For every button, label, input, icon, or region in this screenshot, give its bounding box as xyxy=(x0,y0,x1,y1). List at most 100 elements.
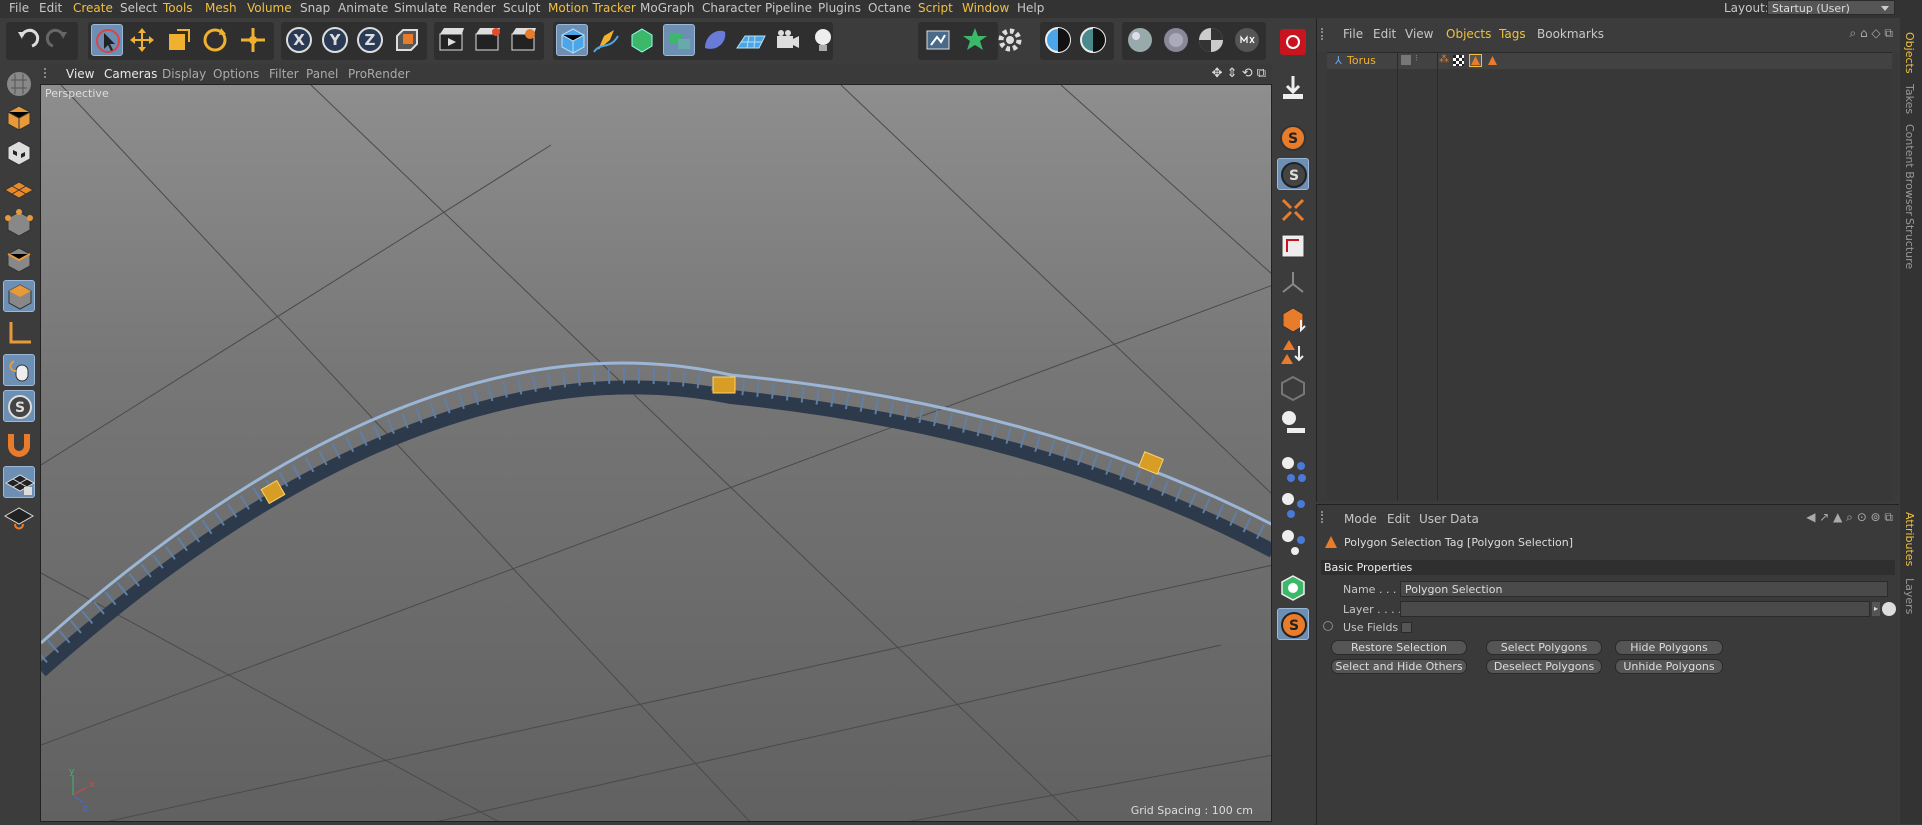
menu-select[interactable]: Select xyxy=(120,1,157,15)
unhide-polygons-button[interactable]: Unhide Polygons xyxy=(1615,659,1723,674)
mograph-effector-icon[interactable] xyxy=(1277,572,1309,604)
menu-render[interactable]: Render xyxy=(453,1,496,15)
om-menu-view[interactable]: View xyxy=(1405,27,1433,41)
render-view-icon[interactable] xyxy=(436,24,468,56)
make-editable-icon[interactable] xyxy=(3,68,35,100)
menu-simulate[interactable]: Simulate xyxy=(394,1,447,15)
layout-select[interactable]: Startup (User) xyxy=(1767,0,1895,15)
collapse-icon[interactable] xyxy=(1277,194,1309,226)
phong-tag-icon[interactable]: ⁂ xyxy=(1439,54,1449,65)
deformer-icon[interactable] xyxy=(699,24,731,56)
polygon-selection-tag-icon[interactable] xyxy=(1487,55,1498,69)
move-icon[interactable] xyxy=(126,24,158,56)
snap-s-icon[interactable]: S xyxy=(1277,158,1309,190)
use-fields-animate-icon[interactable] xyxy=(1323,621,1333,631)
matrix-spheres-icon[interactable] xyxy=(1277,526,1309,558)
render-settings-icon[interactable] xyxy=(508,24,540,56)
planar-workplane-icon[interactable] xyxy=(3,502,35,534)
floor-environment-icon[interactable] xyxy=(735,24,767,56)
extrude-icon[interactable] xyxy=(1277,302,1309,334)
deselect-polygons-button[interactable]: Deselect Polygons xyxy=(1486,659,1602,674)
tab-attributes[interactable]: Attributes xyxy=(1903,512,1916,566)
object-row-torus[interactable]: ⅄ Torus ⁝ ⁂ xyxy=(1327,53,1892,501)
menu-tools[interactable]: Tools xyxy=(163,1,193,15)
layer-picker-icon[interactable] xyxy=(1882,602,1896,616)
menu-mograph[interactable]: MoGraph xyxy=(640,1,695,15)
tab-layers[interactable]: Layers xyxy=(1903,578,1916,614)
tab-takes[interactable]: Takes xyxy=(1903,84,1916,114)
cube-primitive-icon[interactable] xyxy=(556,24,588,56)
contrast-icon[interactable] xyxy=(1042,24,1074,56)
camera-icon[interactable] xyxy=(771,24,803,56)
om-menu-tags[interactable]: Tags xyxy=(1499,27,1526,41)
menu-window[interactable]: Window xyxy=(962,1,1009,15)
texture-mode-icon[interactable] xyxy=(3,137,35,169)
om-search-home-icons[interactable]: ⌕ ⌂ ◇ ⧉ xyxy=(1849,26,1893,41)
viewport-menu-cameras[interactable]: Cameras xyxy=(104,67,157,81)
render-picture-viewer-icon[interactable] xyxy=(472,24,504,56)
viewport-menu-view[interactable]: View xyxy=(66,67,94,81)
model-mode-icon[interactable] xyxy=(3,102,35,134)
polygon-mode-icon[interactable] xyxy=(3,280,35,312)
workplane-icon[interactable] xyxy=(3,172,35,204)
fracture-spheres-icon[interactable] xyxy=(1277,490,1309,522)
om-menu-objects[interactable]: Objects xyxy=(1446,27,1491,41)
sphere-toggle-icon[interactable] xyxy=(1277,408,1309,440)
cloner-spheres-icon[interactable] xyxy=(1277,454,1309,486)
menu-mesh[interactable]: Mesh xyxy=(205,1,237,15)
perspective-viewport[interactable]: y x z Perspective Grid Spacing : 100 cm xyxy=(40,84,1272,822)
undo-icon[interactable] xyxy=(10,24,42,56)
magnet-icon[interactable] xyxy=(3,428,35,460)
menu-sculpt[interactable]: Sculpt xyxy=(503,1,540,15)
restore-selection-button[interactable]: Restore Selection xyxy=(1331,640,1467,655)
light-icon[interactable] xyxy=(807,24,839,56)
z-axis-lock-icon[interactable]: Z xyxy=(354,24,386,56)
name-field[interactable]: Polygon Selection xyxy=(1400,581,1888,597)
viewport-menu-panel[interactable]: Panel xyxy=(306,67,338,81)
menu-character[interactable]: Character xyxy=(702,1,761,15)
edge-mode-icon[interactable] xyxy=(3,244,35,276)
render-region-icon[interactable] xyxy=(1277,230,1309,262)
array-icon[interactable] xyxy=(663,24,695,56)
viewport-menu-prorender[interactable]: ProRender xyxy=(348,67,410,81)
axis-mode-icon[interactable] xyxy=(3,318,35,350)
om-menu-file[interactable]: File xyxy=(1343,27,1363,41)
menu-plugins[interactable]: Plugins xyxy=(818,1,861,15)
polygon-triangles-icon[interactable] xyxy=(1277,336,1309,368)
point-mode-icon[interactable] xyxy=(3,208,35,240)
subdivision-surface-icon[interactable] xyxy=(626,24,658,56)
coordinate-system-icon[interactable] xyxy=(391,24,423,56)
import-icon[interactable] xyxy=(1277,72,1309,104)
material-mix-icon[interactable] xyxy=(1231,24,1263,56)
menu-snap[interactable]: Snap xyxy=(300,1,330,15)
menu-file[interactable]: File xyxy=(9,1,29,15)
menu-animate[interactable]: Animate xyxy=(338,1,388,15)
menu-script[interactable]: Script xyxy=(918,1,953,15)
menu-pipeline[interactable]: Pipeline xyxy=(765,1,812,15)
material-sphere-icon[interactable] xyxy=(1124,24,1156,56)
select-polygons-button[interactable]: Select Polygons xyxy=(1486,640,1602,655)
octane-render-icon[interactable] xyxy=(922,24,954,56)
basic-properties-section[interactable]: Basic Properties xyxy=(1321,560,1895,575)
am-menu-user-data[interactable]: User Data xyxy=(1419,512,1479,526)
menu-volume[interactable]: Volume xyxy=(247,1,292,15)
sweep-s-icon[interactable]: S xyxy=(1277,608,1309,640)
am-menu-edit[interactable]: Edit xyxy=(1387,512,1410,526)
om-menu-edit[interactable]: Edit xyxy=(1373,27,1396,41)
use-fields-checkbox[interactable] xyxy=(1401,622,1412,633)
wireframe-cube-icon[interactable] xyxy=(1277,372,1309,404)
om-menu-bookmarks[interactable]: Bookmarks xyxy=(1537,27,1604,41)
layer-field[interactable] xyxy=(1400,601,1870,617)
tweak-mode-icon[interactable] xyxy=(3,354,35,386)
menu-help[interactable]: Help xyxy=(1017,1,1044,15)
live-selection-icon[interactable] xyxy=(91,24,123,56)
redo-icon[interactable] xyxy=(43,24,75,56)
object-name-torus[interactable]: Torus xyxy=(1347,54,1376,67)
viewport-menu-options[interactable]: Options xyxy=(213,67,259,81)
pen-spline-icon[interactable] xyxy=(590,24,622,56)
render-toggle-icon[interactable]: ⁝ xyxy=(1415,54,1418,64)
uvw-tag-icon[interactable] xyxy=(1453,55,1464,66)
hide-polygons-button[interactable]: Hide Polygons xyxy=(1615,640,1723,655)
joint-icon[interactable] xyxy=(1277,266,1309,298)
polygon-selection-tag-active[interactable] xyxy=(1469,54,1482,67)
